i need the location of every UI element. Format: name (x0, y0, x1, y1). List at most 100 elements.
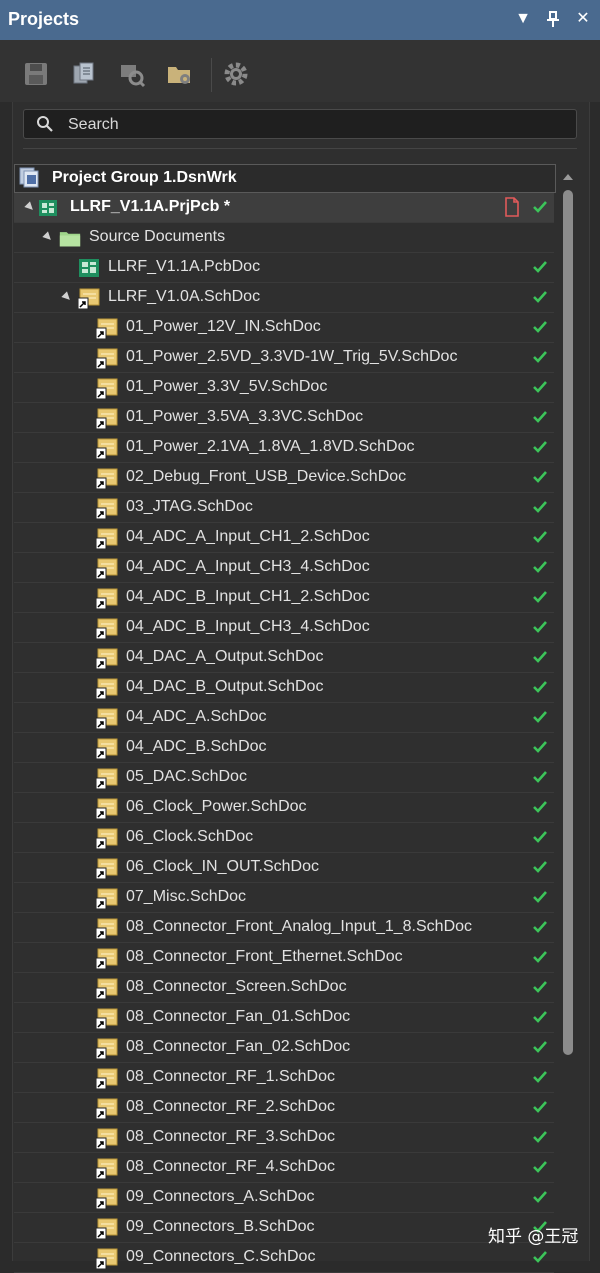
check-icon (532, 319, 548, 335)
search-input[interactable] (66, 113, 550, 137)
schematic-label: 04_ADC_B.SchDoc (126, 738, 267, 755)
divider (23, 148, 577, 149)
check-icon (532, 619, 548, 635)
schematic-label: 07_Misc.SchDoc (126, 888, 247, 905)
scrollbar-thumb[interactable] (563, 190, 573, 1055)
tree-row-schematic[interactable]: 01_Power_12V_IN.SchDoc (14, 313, 554, 343)
schematic-label: 04_ADC_A_Input_CH3_4.SchDoc (126, 558, 370, 575)
tree-row-pcb[interactable]: LLRF_V1.1A.PcbDoc (14, 253, 554, 283)
schematic-label: 08_Connector_RF_2.SchDoc (126, 1098, 336, 1115)
tree-row-schematic[interactable]: 01_Power_2.5VD_3.3VD-1W_Trig_5V.SchDoc (14, 343, 554, 373)
check-icon (532, 439, 548, 455)
copy-documents-icon[interactable] (70, 60, 98, 88)
tree-row-schematic[interactable]: 08_Connector_Fan_02.SchDoc (14, 1033, 554, 1063)
schematic-document-icon (96, 497, 118, 519)
tree-row-schematic[interactable]: 04_DAC_B_Output.SchDoc (14, 673, 554, 703)
top-schematic-label: LLRF_V1.0A.SchDoc (108, 288, 261, 305)
titlebar-controls: ▼ ✕ (514, 10, 592, 28)
tree-row-schematic[interactable]: 04_ADC_B_Input_CH1_2.SchDoc (14, 583, 554, 613)
tree-row-schematic[interactable]: 09_Connectors_B.SchDoc (14, 1213, 554, 1243)
tree-row-schematic[interactable]: 09_Connectors_A.SchDoc (14, 1183, 554, 1213)
tree-row-schematic[interactable]: 04_ADC_A_Input_CH1_2.SchDoc (14, 523, 554, 553)
tree-row-schematic[interactable]: 05_DAC.SchDoc (14, 763, 554, 793)
schematic-children: 01_Power_12V_IN.SchDoc 01_Power_2.5VD_3.3… (14, 313, 554, 1273)
check-icon (532, 499, 548, 515)
tree-row-schematic[interactable]: 08_Connector_Front_Ethernet.SchDoc (14, 943, 554, 973)
schematic-document-icon (96, 737, 118, 759)
schematic-document-icon (96, 527, 118, 549)
check-icon (532, 1099, 548, 1115)
schematic-label: 01_Power_12V_IN.SchDoc (126, 318, 321, 335)
schematic-label: 08_Connector_RF_3.SchDoc (126, 1128, 336, 1145)
check-icon (532, 799, 548, 815)
tree-row-schematic[interactable]: 01_Power_3.3V_5V.SchDoc (14, 373, 554, 403)
tree-row-schematic[interactable]: 04_ADC_A.SchDoc (14, 703, 554, 733)
tree-row-schematic[interactable]: 08_Connector_RF_4.SchDoc (14, 1153, 554, 1183)
tree-row-schematic[interactable]: 08_Connector_RF_3.SchDoc (14, 1123, 554, 1153)
project-group-label: Project Group 1.DsnWrk (52, 169, 237, 186)
tree-row-schematic[interactable]: 08_Connector_Fan_01.SchDoc (14, 1003, 554, 1033)
tree-row-schematic[interactable]: 04_DAC_A_Output.SchDoc (14, 643, 554, 673)
expand-arrow-icon[interactable] (24, 201, 36, 213)
check-icon (532, 259, 548, 275)
check-icon (532, 859, 548, 875)
expand-arrow-icon[interactable] (42, 231, 54, 243)
schematic-document-icon (96, 677, 118, 699)
schematic-document-icon (96, 617, 118, 639)
tree-row-schematic[interactable]: 08_Connector_RF_2.SchDoc (14, 1093, 554, 1123)
tree-row-project[interactable]: LLRF_V1.1A.PrjPcb * (14, 193, 554, 223)
schematic-document-icon (96, 347, 118, 369)
gear-icon[interactable] (222, 60, 250, 88)
tree-row-schematic[interactable]: 08_Connector_RF_1.SchDoc (14, 1063, 554, 1093)
find-component-icon[interactable] (118, 60, 146, 88)
check-icon (532, 1249, 548, 1265)
schematic-document-icon (96, 1217, 118, 1239)
tree-row-schematic[interactable]: 04_ADC_B_Input_CH3_4.SchDoc (14, 613, 554, 643)
schematic-document-icon (96, 917, 118, 939)
tree-row-schematic[interactable]: 08_Connector_Screen.SchDoc (14, 973, 554, 1003)
tree-row-schematic[interactable]: 02_Debug_Front_USB_Device.SchDoc (14, 463, 554, 493)
tree-row-schematic[interactable]: 06_Clock_Power.SchDoc (14, 793, 554, 823)
tree-row-schematic[interactable]: 09_Connectors_C.SchDoc (14, 1243, 554, 1273)
schematic-document-icon (96, 1187, 118, 1209)
project-label: LLRF_V1.1A.PrjPcb * (70, 198, 231, 215)
tree-row-schematic[interactable]: 06_Clock_IN_OUT.SchDoc (14, 853, 554, 883)
scroll-up-icon[interactable] (563, 174, 573, 180)
schematic-label: 09_Connectors_B.SchDoc (126, 1218, 315, 1235)
tree-row-schematic[interactable]: 04_ADC_B.SchDoc (14, 733, 554, 763)
tree-row-schematic[interactable]: 06_Clock.SchDoc (14, 823, 554, 853)
check-icon (532, 949, 548, 965)
schematic-label: 08_Connector_Front_Ethernet.SchDoc (126, 948, 403, 965)
schematic-document-icon (96, 977, 118, 999)
tree-row-schematic[interactable]: 01_Power_3.5VA_3.3VC.SchDoc (14, 403, 554, 433)
dropdown-icon[interactable]: ▼ (514, 10, 532, 28)
check-icon (532, 649, 548, 665)
save-icon[interactable] (22, 60, 50, 88)
tree-row-schematic[interactable]: 07_Misc.SchDoc (14, 883, 554, 913)
tree-row-schematic[interactable]: 04_ADC_A_Input_CH3_4.SchDoc (14, 553, 554, 583)
tree-row-top-schematic[interactable]: LLRF_V1.0A.SchDoc (14, 283, 554, 313)
schematic-label: 06_Clock.SchDoc (126, 828, 254, 845)
schematic-document-icon (96, 587, 118, 609)
tree-row-project-group[interactable]: Project Group 1.DsnWrk (14, 164, 556, 193)
check-icon (532, 379, 548, 395)
close-icon[interactable]: ✕ (574, 10, 592, 28)
check-icon (532, 199, 548, 215)
search-box[interactable] (23, 109, 577, 139)
schematic-label: 02_Debug_Front_USB_Device.SchDoc (126, 468, 407, 485)
tree-row-folder[interactable]: Source Documents (14, 223, 554, 253)
schematic-document-icon (96, 797, 118, 819)
schematic-document-icon (96, 647, 118, 669)
schematic-label: 01_Power_3.5VA_3.3VC.SchDoc (126, 408, 364, 425)
schematic-label: 04_DAC_B_Output.SchDoc (126, 678, 324, 695)
tree-row-schematic[interactable]: 08_Connector_Front_Analog_Input_1_8.SchD… (14, 913, 554, 943)
expand-arrow-icon[interactable] (61, 291, 73, 303)
check-icon (532, 919, 548, 935)
schematic-label: 08_Connector_RF_4.SchDoc (126, 1158, 336, 1175)
pin-icon[interactable] (544, 10, 562, 28)
folder-settings-icon[interactable] (166, 60, 194, 88)
tree-row-schematic[interactable]: 03_JTAG.SchDoc (14, 493, 554, 523)
check-icon (532, 1159, 548, 1175)
tree-row-schematic[interactable]: 01_Power_2.1VA_1.8VA_1.8VD.SchDoc (14, 433, 554, 463)
schematic-document-icon (96, 1157, 118, 1179)
